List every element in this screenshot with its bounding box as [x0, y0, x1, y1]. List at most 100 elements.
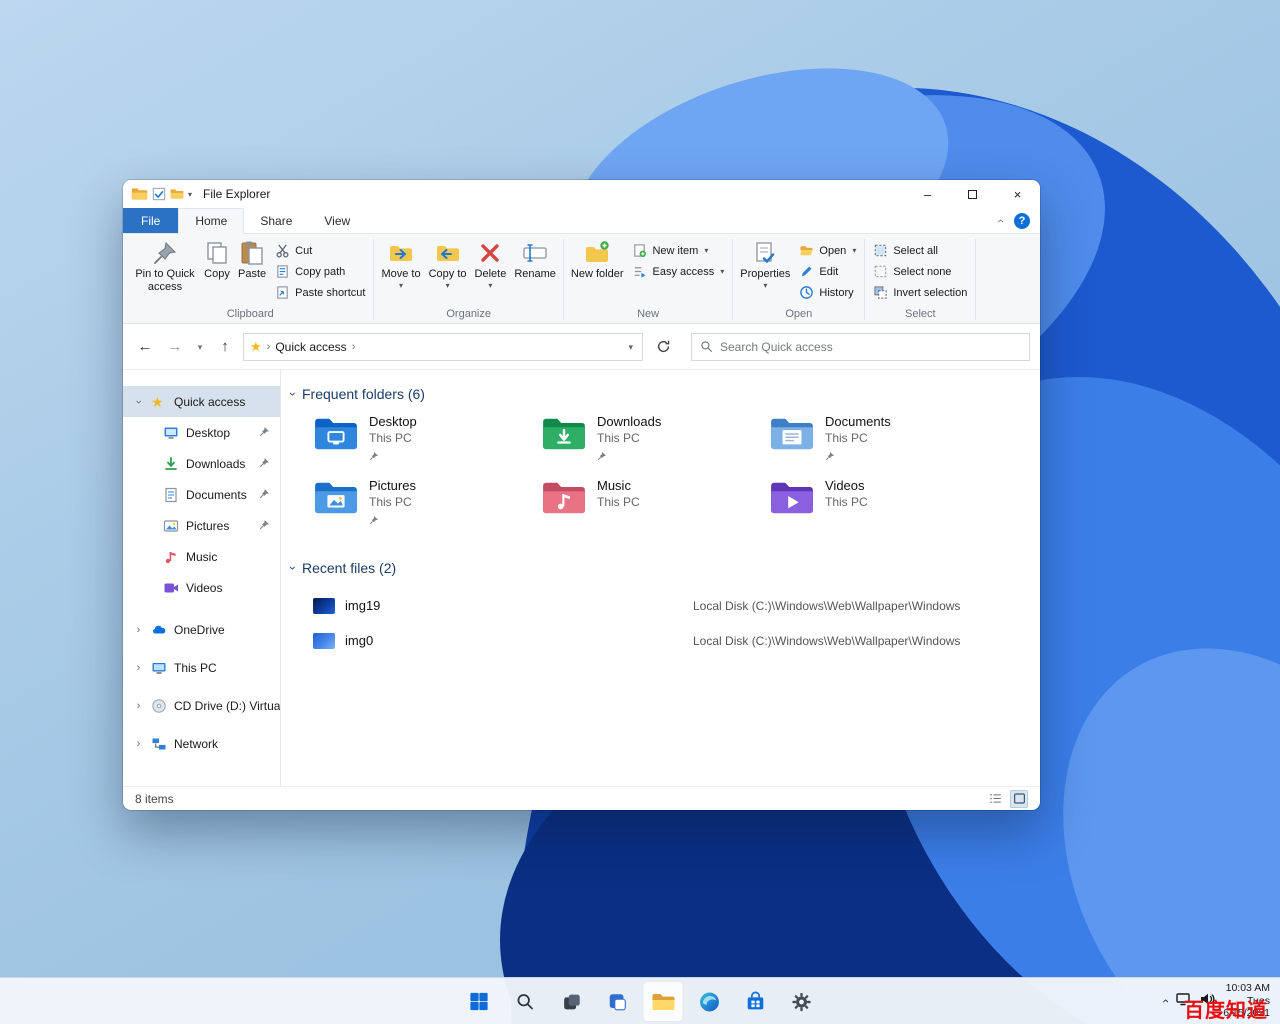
sidebar-item-network[interactable]: › Network	[123, 725, 280, 763]
help-button[interactable]: ?	[1014, 212, 1030, 229]
edit-button[interactable]: Edit	[794, 261, 861, 282]
copy-button[interactable]: Copy	[200, 236, 234, 281]
sidebar-item-cd-drive[interactable]: › CD Drive (D:) Virtuall	[123, 687, 280, 725]
recent-file-row[interactable]: img0 Local Disk (C:)\Windows\Web\Wallpap…	[313, 623, 1032, 658]
open-button[interactable]: Open ▾	[794, 240, 861, 261]
clock-time: 10:03 AM	[1225, 981, 1270, 994]
copy-to-button[interactable]: Copy to ▾	[425, 236, 471, 290]
pin-icon	[369, 512, 416, 530]
dropdown-caret: ▾	[399, 280, 404, 290]
pin-to-quick-access-button[interactable]: Pin to Quick access	[130, 236, 200, 293]
back-button[interactable]: ←	[133, 338, 157, 355]
folder-tile-music[interactable]: Music This PC	[541, 478, 769, 542]
downloads-icon	[165, 456, 177, 470]
start-button[interactable]	[459, 981, 500, 1022]
videos-icon	[164, 583, 178, 592]
cut-button[interactable]: Cut	[270, 240, 370, 261]
recent-locations-caret[interactable]: ▾	[193, 342, 207, 352]
qat-dropdown-caret[interactable]: ▾	[188, 190, 192, 199]
select-none-button[interactable]: Select none	[868, 261, 972, 282]
tab-file[interactable]: File	[123, 208, 179, 233]
status-bar: 8 items	[123, 786, 1040, 810]
ribbon-group-clipboard: Pin to Quick access Copy Paste Cut Copy …	[127, 236, 373, 323]
properties-button[interactable]: Properties ▾	[736, 236, 794, 290]
sidebar-item-music[interactable]: Music	[123, 541, 280, 572]
new-folder-button[interactable]: New folder	[567, 236, 628, 281]
this-pc-icon	[152, 663, 166, 674]
rename-button[interactable]: Rename	[510, 236, 560, 281]
new-item-button[interactable]: New item ▾	[627, 240, 729, 261]
edge-button[interactable]	[689, 981, 730, 1022]
chevron-right-icon[interactable]: ›	[133, 700, 144, 712]
cd-drive-icon	[152, 699, 166, 713]
qat-properties-icon[interactable]	[152, 187, 166, 201]
tab-home[interactable]: Home	[178, 208, 245, 234]
chevron-down-icon[interactable]: ›	[133, 396, 145, 407]
sidebar-item-pictures[interactable]: Pictures	[123, 510, 280, 541]
folder-tile-desktop[interactable]: Desktop This PC	[313, 414, 541, 478]
delete-button[interactable]: Delete ▾	[471, 236, 511, 290]
easy-access-button[interactable]: Easy access ▾	[627, 261, 729, 282]
thumbnail-view-button[interactable]	[1010, 789, 1028, 808]
chevron-right-icon[interactable]: ›	[133, 662, 144, 674]
sidebar-item-quick-access[interactable]: › ★ Quick access	[123, 386, 280, 417]
collapse-ribbon-icon[interactable]: ›	[993, 219, 1007, 223]
folder-tile-videos[interactable]: Videos This PC	[769, 478, 997, 542]
recent-file-row[interactable]: img19 Local Disk (C:)\Windows\Web\Wallpa…	[313, 588, 1032, 623]
chevron-right-icon[interactable]: ›	[133, 624, 144, 636]
breadcrumb-chevron[interactable]: ›	[352, 341, 356, 353]
desktop-icon	[164, 427, 178, 439]
sidebar-item-desktop[interactable]: Desktop	[123, 417, 280, 448]
sidebar-item-downloads[interactable]: Downloads	[123, 448, 280, 479]
task-view-button[interactable]	[551, 981, 592, 1022]
chevron-right-icon[interactable]: ›	[133, 738, 144, 750]
move-to-button[interactable]: Move to ▾	[377, 236, 424, 290]
sidebar-item-documents[interactable]: Documents	[123, 479, 280, 510]
select-all-button[interactable]: Select all	[868, 240, 972, 261]
maximize-button[interactable]	[950, 180, 995, 208]
qat-newfolder-icon[interactable]	[170, 188, 184, 200]
paste-shortcut-button[interactable]: Paste shortcut	[270, 282, 370, 303]
address-history-caret[interactable]: ▾	[625, 342, 636, 352]
settings-button[interactable]	[781, 981, 822, 1022]
paste-icon	[241, 241, 263, 265]
sidebar-item-this-pc[interactable]: › This PC	[123, 649, 280, 687]
gear-icon	[791, 992, 811, 1011]
file-explorer-button[interactable]	[642, 981, 684, 1022]
details-view-button[interactable]	[986, 790, 1004, 808]
paste-button[interactable]: Paste	[234, 236, 270, 281]
tray-overflow-chevron-icon[interactable]: ›	[1158, 999, 1172, 1003]
search-box[interactable]	[691, 332, 1030, 361]
titlebar[interactable]: ▾ File Explorer – ×	[123, 180, 1040, 208]
breadcrumb-location[interactable]: Quick access	[275, 340, 346, 354]
sidebar-item-videos[interactable]: Videos	[123, 572, 280, 603]
up-button[interactable]: ↑	[213, 338, 237, 355]
folder-tile-documents[interactable]: Documents This PC	[769, 414, 997, 478]
store-button[interactable]	[735, 981, 776, 1022]
edit-icon	[802, 266, 812, 277]
folder-tile-pictures[interactable]: Pictures This PC	[313, 478, 541, 542]
breadcrumb-chevron[interactable]: ›	[267, 341, 271, 353]
titlebar-quick-access-toolbar: ▾	[131, 187, 192, 201]
copy-path-button[interactable]: Copy path	[270, 261, 370, 282]
invert-selection-button[interactable]: Invert selection	[868, 282, 972, 303]
tab-share[interactable]: Share	[244, 208, 308, 233]
navigation-pane: › ★ Quick access Desktop Downloads Docum…	[123, 370, 281, 786]
quick-access-star-icon: ★	[151, 393, 164, 410]
search-input[interactable]	[720, 339, 1021, 354]
forward-button[interactable]: →	[163, 338, 187, 355]
history-button[interactable]: History	[794, 282, 861, 303]
folder-tile-downloads[interactable]: Downloads This PC	[541, 414, 769, 478]
group-label-open: Open	[785, 308, 813, 320]
close-button[interactable]: ×	[995, 180, 1040, 208]
sidebar-item-onedrive[interactable]: › OneDrive	[123, 611, 280, 649]
tab-view[interactable]: View	[308, 208, 366, 233]
address-bar[interactable]: ★ › Quick access › ▾	[243, 332, 643, 361]
minimize-button[interactable]: –	[905, 180, 950, 208]
recent-files-header[interactable]: › Recent files (2)	[286, 560, 1032, 576]
frequent-folders-header[interactable]: › Frequent folders (6)	[286, 386, 1032, 402]
taskbar-search-button[interactable]	[505, 981, 546, 1022]
pin-icon	[259, 488, 270, 502]
refresh-button[interactable]	[649, 333, 677, 361]
widgets-button[interactable]	[597, 981, 638, 1022]
